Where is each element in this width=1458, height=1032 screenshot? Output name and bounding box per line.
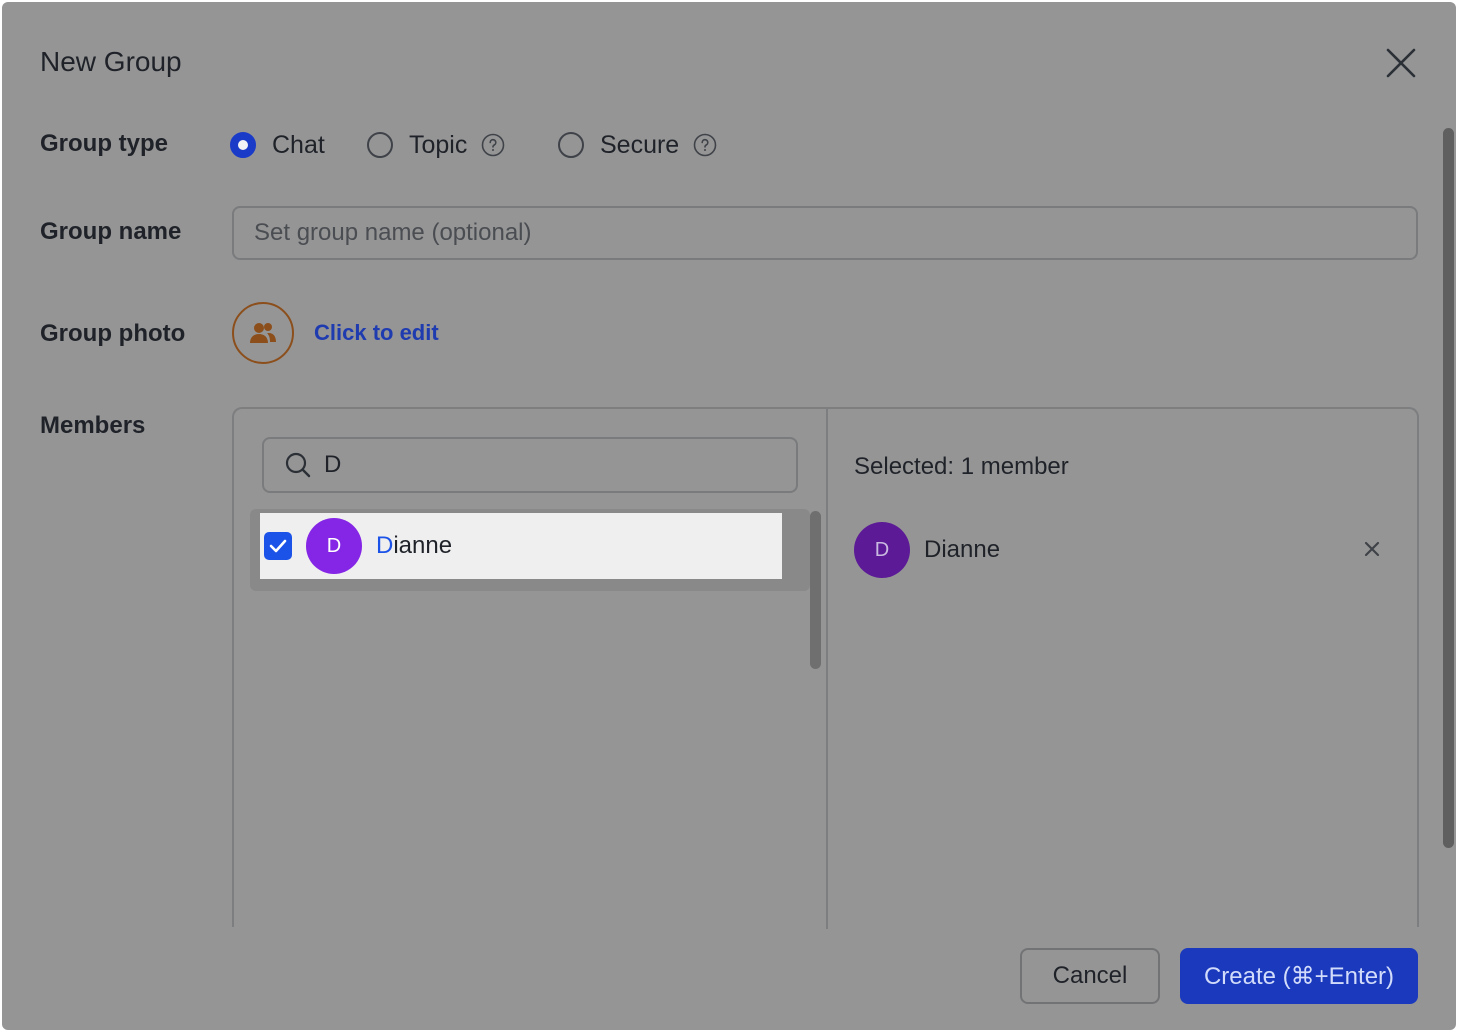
name-rest: ianne	[393, 532, 453, 559]
avatar: D	[306, 518, 362, 574]
radio-label-topic: Topic	[409, 130, 468, 159]
help-icon[interactable]	[693, 133, 717, 157]
dialog-scrollbar[interactable]	[1443, 128, 1454, 848]
member-checkbox[interactable]	[264, 532, 292, 560]
new-group-dialog: New Group Group type Chat Topic Secure G…	[2, 2, 1456, 1030]
radio-label-chat: Chat	[272, 130, 325, 159]
group-name-input[interactable]	[232, 206, 1418, 260]
check-icon	[269, 539, 287, 553]
selected-member-item: D Dianne	[854, 521, 1394, 579]
members-label: Members	[40, 412, 146, 439]
group-photo-label: Group photo	[40, 320, 186, 347]
search-value: D	[324, 451, 342, 478]
panel-divider	[826, 409, 828, 929]
result-name: Dianne	[376, 532, 452, 560]
edit-photo-link[interactable]: Click to edit	[314, 320, 439, 346]
help-icon[interactable]	[481, 133, 505, 157]
member-search-input[interactable]: D	[262, 437, 798, 493]
members-panel: D D Dianne Selected: 1 member D Dianne	[232, 407, 1419, 929]
selected-member-name: Dianne	[924, 536, 1001, 563]
selected-count: Selected: 1 member	[854, 453, 1069, 480]
group-photo-avatar[interactable]	[232, 302, 294, 364]
create-button[interactable]: Create (⌘+Enter)	[1180, 948, 1418, 1004]
radio-checked-icon	[230, 132, 256, 158]
radio-unchecked-icon	[367, 132, 393, 158]
cancel-button[interactable]: Cancel	[1020, 948, 1160, 1004]
close-icon[interactable]	[1382, 44, 1420, 82]
group-name-label: Group name	[40, 218, 182, 245]
name-highlight: D	[376, 532, 394, 559]
group-photo-icon	[250, 323, 276, 343]
search-result-item[interactable]: D Dianne	[260, 513, 782, 579]
group-type-topic-radio[interactable]: Topic	[367, 126, 505, 164]
radio-unchecked-icon	[558, 132, 584, 158]
remove-icon[interactable]	[1360, 537, 1384, 561]
group-type-chat-radio[interactable]: Chat	[230, 126, 325, 164]
dialog-title: New Group	[40, 46, 182, 77]
avatar: D	[854, 522, 910, 578]
results-scrollbar[interactable]	[810, 511, 821, 669]
search-results-list: D Dianne	[250, 509, 810, 591]
radio-label-secure: Secure	[600, 130, 680, 159]
group-type-secure-radio[interactable]: Secure	[558, 126, 717, 164]
group-type-label: Group type	[40, 130, 169, 157]
search-icon	[285, 452, 311, 478]
